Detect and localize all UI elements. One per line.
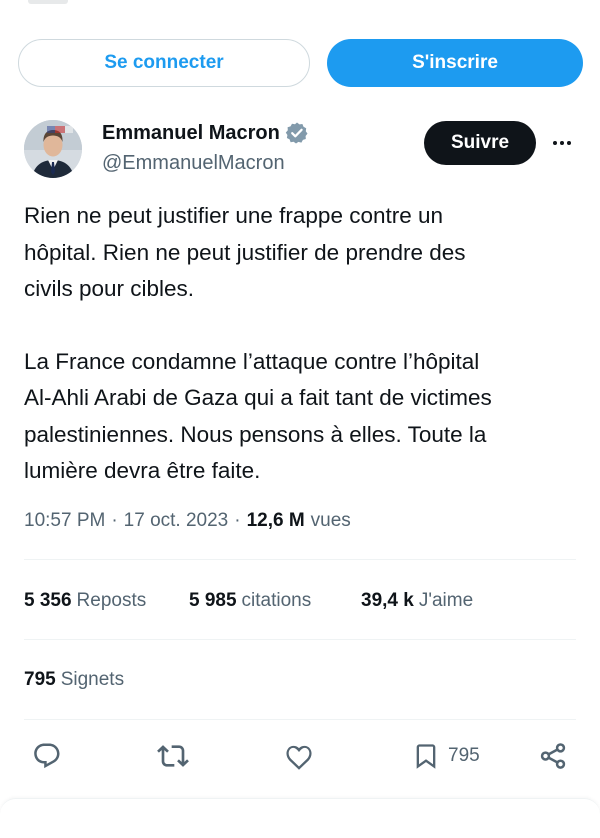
more-icon[interactable] <box>549 133 575 153</box>
reply-icon <box>34 743 60 769</box>
signup-button[interactable]: S'inscrire <box>327 39 583 87</box>
author-name-text: Emmanuel Macron <box>102 121 280 144</box>
meta-separator: · <box>111 510 118 531</box>
views-count: 12,6 M <box>246 510 305 531</box>
divider <box>24 559 576 560</box>
bookmarks-label: Signets <box>60 669 125 690</box>
tweet-date[interactable]: 17 oct. 2023 <box>124 510 229 532</box>
login-button[interactable]: Se connecter <box>18 39 310 87</box>
share-button[interactable] <box>538 734 568 778</box>
bookmarks-count: 795 <box>24 669 56 690</box>
author-name[interactable]: Emmanuel Macron <box>102 121 309 145</box>
verified-badge-icon[interactable] <box>285 121 309 145</box>
likes-stat[interactable]: 39,4 k J'aime <box>361 590 473 612</box>
engagement-stats: 5 356 Reposts 5 985 citations 39,4 k J'a… <box>24 590 473 612</box>
reply-button[interactable] <box>32 734 62 778</box>
likes-label: J'aime <box>418 590 474 611</box>
repost-icon <box>157 745 189 767</box>
quotes-stat[interactable]: 5 985 citations <box>189 590 361 612</box>
tweet-text: Rien ne peut justifier une frappe contre… <box>24 198 584 490</box>
reposts-stat[interactable]: 5 356 Reposts <box>24 590 189 612</box>
like-icon <box>286 745 312 770</box>
tweet-time[interactable]: 10:57 PM <box>24 510 105 532</box>
repost-button[interactable] <box>157 734 189 778</box>
action-bar: 795 <box>0 734 600 778</box>
share-icon <box>540 743 566 769</box>
avatar[interactable] <box>24 120 82 178</box>
top-edge-decoration <box>28 0 68 4</box>
divider <box>24 639 576 640</box>
views-label: vues <box>310 510 351 531</box>
avatar-image <box>24 120 82 178</box>
meta-separator: · <box>234 510 241 531</box>
tweet-paragraph: Rien ne peut justifier une frappe contre… <box>24 203 466 301</box>
next-card-edge <box>0 798 600 838</box>
likes-count: 39,4 k <box>361 590 414 611</box>
quotes-label: citations <box>241 590 312 611</box>
reposts-count: 5 356 <box>24 590 72 611</box>
divider <box>24 719 576 720</box>
auth-bar: Se connecter S'inscrire <box>18 39 583 87</box>
like-button[interactable] <box>284 734 314 778</box>
author-handle[interactable]: @EmmanuelMacron <box>102 152 285 175</box>
reposts-label: Reposts <box>76 590 147 611</box>
bookmark-icon <box>416 744 436 769</box>
follow-button[interactable]: Suivre <box>424 121 536 165</box>
tweet-paragraph: La France condamne l’attaque contre l’hô… <box>24 348 492 484</box>
bookmark-button[interactable]: 795 <box>412 734 480 778</box>
bookmark-count: 795 <box>448 745 480 766</box>
quotes-count: 5 985 <box>189 590 237 611</box>
tweet-meta: 10:57 PM · 17 oct. 2023 · 12,6 M vues <box>24 510 351 532</box>
bookmarks-stat[interactable]: 795 Signets <box>24 669 124 691</box>
